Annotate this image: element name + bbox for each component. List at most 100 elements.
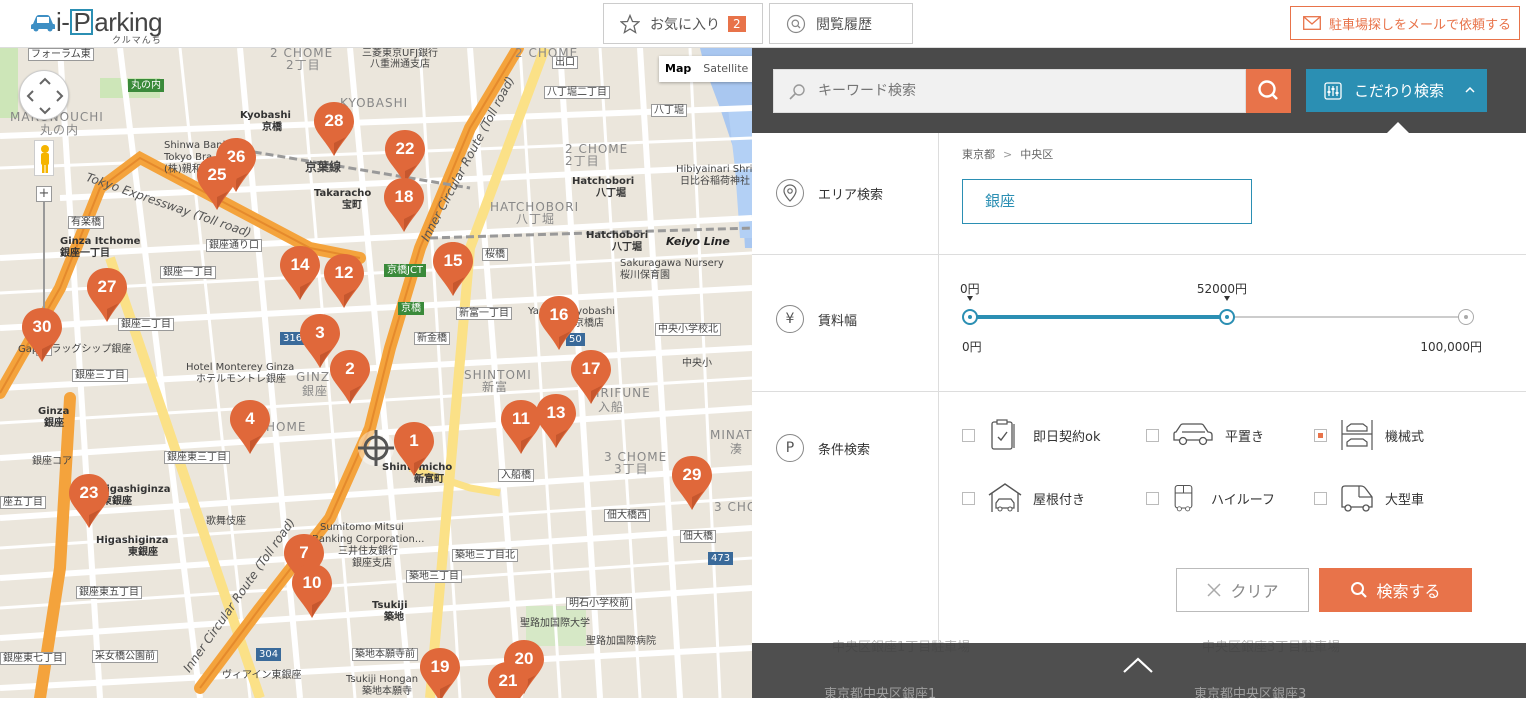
checkbox[interactable] bbox=[962, 491, 975, 505]
checkbox-checked[interactable] bbox=[1314, 428, 1327, 442]
parking-pin-label: 4 bbox=[245, 409, 255, 428]
parking-pin-25[interactable]: 25 bbox=[195, 154, 239, 212]
option-label: 機械式 bbox=[1385, 429, 1425, 445]
advanced-search-button[interactable]: こだわり検索 bbox=[1306, 69, 1487, 112]
slider-low-handle[interactable] bbox=[962, 309, 978, 325]
parking-pin-15[interactable]: 15 bbox=[431, 240, 475, 298]
map-type-control: Map Satellite bbox=[659, 56, 752, 82]
option-label: 屋根付き bbox=[1033, 492, 1086, 508]
map-label: 銀座東七丁目 bbox=[0, 652, 66, 665]
checkbox[interactable] bbox=[962, 428, 975, 442]
map-label: 有楽橋 bbox=[68, 216, 104, 229]
parking-pin-2[interactable]: 2 bbox=[328, 348, 372, 406]
breadcrumb-prefecture[interactable]: 東京都 bbox=[962, 148, 995, 161]
logo[interactable]: i- Parking クルマんち bbox=[30, 8, 163, 46]
map-label: 2丁目 bbox=[565, 154, 600, 168]
map-label: 京橋 bbox=[398, 302, 424, 315]
parking-pin-label: 19 bbox=[430, 657, 450, 676]
history-label: 閲覧履歴 bbox=[816, 16, 872, 33]
breadcrumb-ward[interactable]: 中央区 bbox=[1020, 148, 1053, 161]
parking-pin-16[interactable]: 16 bbox=[537, 294, 581, 352]
map-label: 八丁堀 bbox=[651, 104, 687, 117]
location-pin-icon bbox=[776, 179, 804, 207]
parking-pin-18[interactable]: 18 bbox=[382, 176, 426, 234]
parking-pin-label: 25 bbox=[207, 165, 227, 184]
checkbox[interactable] bbox=[1146, 491, 1159, 505]
parking-pin-label: 27 bbox=[97, 277, 117, 296]
map-label: Sakuragawa Nursery bbox=[620, 258, 724, 269]
map-label: Kyobashi bbox=[240, 110, 291, 121]
current-location-crosshair-icon bbox=[358, 430, 394, 466]
parking-pin-1[interactable]: 1 bbox=[392, 420, 436, 478]
option-roofed[interactable]: 屋根付き bbox=[962, 481, 1085, 515]
map-type-satellite-button[interactable]: Satellite bbox=[697, 56, 752, 82]
parking-p-icon: P bbox=[776, 434, 804, 462]
zoom-in-button[interactable]: + bbox=[36, 186, 52, 202]
map-label: 銀座通り口 bbox=[206, 239, 262, 252]
map-label: 八丁堀 bbox=[612, 242, 642, 253]
map-label: Keiyo Line bbox=[666, 235, 730, 248]
checkbox[interactable] bbox=[1314, 491, 1327, 505]
advanced-search-label: こだわり検索 bbox=[1354, 82, 1445, 100]
map-label: Ginza Itchome bbox=[60, 236, 141, 247]
street-view-pegman[interactable] bbox=[34, 140, 54, 176]
history-button[interactable]: 閲覧履歴 bbox=[769, 3, 913, 44]
parking-pin-30[interactable]: 30 bbox=[20, 306, 64, 364]
parking-pin-label: 1 bbox=[409, 431, 419, 450]
map-type-map-button[interactable]: Map bbox=[659, 56, 697, 82]
option-label: 大型車 bbox=[1385, 492, 1425, 508]
keyword-search-input[interactable] bbox=[818, 70, 1238, 112]
option-flat-parking[interactable]: 平置き bbox=[1146, 418, 1264, 452]
map-label: HOME bbox=[266, 420, 307, 434]
map-label: 丸の内 bbox=[40, 123, 80, 137]
mail-request-button[interactable]: 駐車場探しをメールで依頼する bbox=[1290, 6, 1520, 40]
keyword-search-button[interactable] bbox=[1246, 69, 1291, 113]
high-marker-triangle-icon bbox=[1223, 296, 1230, 301]
parking-pin-label: 10 bbox=[302, 573, 322, 592]
parking-pin-28[interactable]: 28 bbox=[312, 100, 356, 158]
favorites-button[interactable]: お気に入り 2 bbox=[603, 3, 763, 44]
parking-pin-23[interactable]: 23 bbox=[67, 472, 111, 530]
map-label: 宝町 bbox=[342, 200, 362, 211]
parking-pin-29[interactable]: 29 bbox=[670, 454, 714, 512]
map-label: 築地本願寺前 bbox=[352, 648, 418, 661]
parking-pin-13[interactable]: 13 bbox=[534, 392, 578, 450]
checkbox[interactable] bbox=[1146, 428, 1159, 442]
parking-pin-label: 22 bbox=[395, 139, 415, 158]
pan-control[interactable] bbox=[19, 70, 69, 120]
map-label: 銀座一丁目 bbox=[160, 266, 216, 279]
option-mechanical-parking[interactable]: 機械式 bbox=[1314, 418, 1424, 452]
area-input[interactable]: 銀座 bbox=[962, 179, 1252, 224]
option-large-vehicle[interactable]: 大型車 bbox=[1314, 481, 1424, 515]
parking-pin-21[interactable]: 21 bbox=[486, 660, 530, 698]
chevron-up-icon[interactable] bbox=[1122, 655, 1154, 675]
parking-pin-27[interactable]: 27 bbox=[85, 266, 129, 324]
map[interactable]: フォーラム東 MARUNOUCHI 丸の内 丸の内 Shinwa Bank To… bbox=[0, 48, 752, 698]
parking-pin-12[interactable]: 12 bbox=[322, 252, 366, 310]
option-same-day-contract[interactable]: 即日契約ok bbox=[962, 418, 1100, 452]
map-label: 明石小学校前 bbox=[566, 597, 632, 610]
collapse-panel-bar[interactable]: 東京都中央区銀座1 東京都中央区銀座3 bbox=[752, 643, 1526, 702]
clear-button[interactable]: クリア bbox=[1176, 568, 1309, 612]
map-label: 新金橋 bbox=[414, 332, 450, 345]
parking-pin-4[interactable]: 4 bbox=[228, 398, 272, 456]
map-label: Hatchobori bbox=[586, 230, 649, 241]
slider-high-handle[interactable] bbox=[1218, 309, 1235, 325]
map-label: Hibiyainari Shrine bbox=[676, 164, 752, 175]
map-label: Ginza bbox=[38, 406, 70, 417]
submit-search-button[interactable]: 検索する bbox=[1319, 568, 1472, 612]
mail-request-label: 駐車場探しをメールで依頼する bbox=[1329, 17, 1512, 33]
map-label: Sumitomo Mitsui bbox=[320, 522, 404, 533]
pegman-icon bbox=[41, 145, 49, 173]
parking-pin-label: 16 bbox=[549, 305, 569, 324]
parking-pin-14[interactable]: 14 bbox=[278, 244, 322, 302]
parking-pin-label: 3 bbox=[315, 323, 325, 342]
parking-pin-19[interactable]: 19 bbox=[418, 646, 462, 698]
option-high-roof[interactable]: ハイルーフ bbox=[1146, 481, 1275, 515]
search-bar-area: こだわり検索 bbox=[752, 48, 1526, 134]
map-label: 築地 bbox=[384, 612, 404, 623]
map-label: 京橋 bbox=[262, 122, 282, 133]
parking-pin-label: 28 bbox=[324, 111, 344, 130]
keyword-search-icon bbox=[789, 84, 805, 100]
parking-pin-10[interactable]: 10 bbox=[290, 562, 334, 620]
